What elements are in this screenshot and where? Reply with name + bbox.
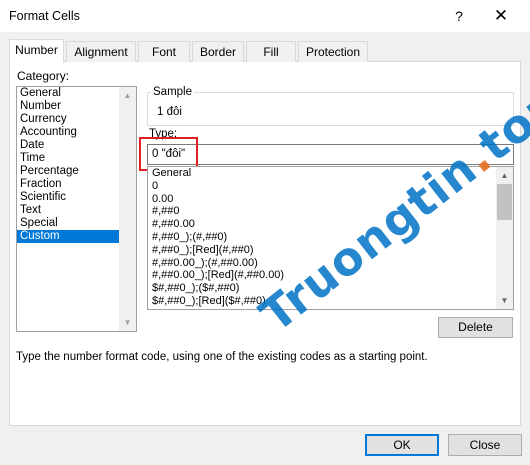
window-title: Format Cells <box>9 9 80 23</box>
category-label: Category: <box>17 69 70 83</box>
scroll-down-arrow-icon[interactable]: ▼ <box>496 292 513 309</box>
category-item-special[interactable]: Special <box>17 217 120 230</box>
category-item-percentage[interactable]: Percentage <box>17 165 120 178</box>
tab-protection[interactable]: Protection <box>298 41 368 62</box>
ok-button[interactable]: OK <box>365 434 439 456</box>
category-item-date[interactable]: Date <box>17 139 120 152</box>
sample-value: 1 đôi <box>157 106 182 118</box>
tab-font[interactable]: Font <box>138 41 190 62</box>
close-window-button[interactable]: ✕ <box>484 3 518 29</box>
sample-label: Sample <box>151 86 194 98</box>
category-item-currency[interactable]: Currency <box>17 113 120 126</box>
tab-alignment[interactable]: Alignment <box>66 41 136 62</box>
category-item-number[interactable]: Number <box>17 100 120 113</box>
close-button[interactable]: Close <box>448 434 522 456</box>
tab-border[interactable]: Border <box>192 41 244 62</box>
description-text: Type the number format code, using one o… <box>16 351 428 363</box>
help-button[interactable]: ? <box>446 4 472 28</box>
category-scrollbar[interactable]: ▲ ▼ <box>119 87 136 331</box>
title-bar: Format Cells ? ✕ <box>0 0 530 32</box>
category-list[interactable]: General Number Currency Accounting Date … <box>16 86 137 332</box>
format-item[interactable]: #,##0.00 <box>148 218 513 231</box>
tab-strip: Number Alignment Font Border Fill Protec… <box>9 39 521 63</box>
tab-number[interactable]: Number <box>9 39 64 63</box>
category-item-scientific[interactable]: Scientific <box>17 191 120 204</box>
category-item-accounting[interactable]: Accounting <box>17 126 120 139</box>
format-item[interactable]: #,##0 <box>148 205 513 218</box>
scroll-up-arrow-icon[interactable]: ▲ <box>119 87 136 104</box>
delete-button[interactable]: Delete <box>438 317 513 338</box>
sample-group <box>147 92 514 126</box>
category-item-general[interactable]: General <box>17 87 120 100</box>
scroll-thumb[interactable] <box>497 184 512 220</box>
format-list-scrollbar[interactable]: ▲ ▼ <box>496 167 513 309</box>
scroll-down-arrow-icon[interactable]: ▼ <box>119 314 136 331</box>
tab-fill[interactable]: Fill <box>246 41 296 62</box>
category-item-custom[interactable]: Custom <box>17 230 120 243</box>
category-item-time[interactable]: Time <box>17 152 120 165</box>
category-item-text[interactable]: Text <box>17 204 120 217</box>
category-item-fraction[interactable]: Fraction <box>17 178 120 191</box>
